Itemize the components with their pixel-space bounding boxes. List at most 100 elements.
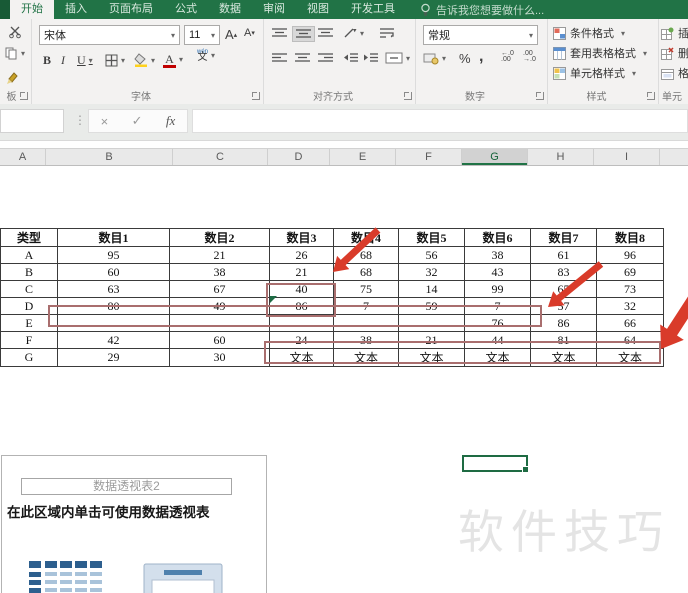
align-center-button[interactable] [294, 53, 311, 63]
formula-input[interactable] [192, 109, 688, 133]
table-cell[interactable]: 63 [57, 280, 170, 298]
table-header-cell[interactable]: 数目5 [398, 228, 465, 247]
table-header-cell[interactable]: 数目4 [333, 228, 399, 247]
merge-center-button[interactable] [385, 52, 410, 64]
underline-button[interactable]: U [77, 53, 93, 68]
table-cell[interactable]: 68 [333, 246, 399, 264]
confirm-entry-button[interactable]: ✓ [132, 113, 143, 129]
selected-cell[interactable] [462, 455, 529, 473]
font-name-combo[interactable]: 宋体 [39, 25, 180, 45]
table-cell[interactable]: G [0, 348, 58, 367]
shrink-font-button[interactable]: A [244, 27, 255, 39]
percent-style-button[interactable]: % [459, 51, 471, 66]
table-cell[interactable]: 42 [57, 331, 170, 349]
decrease-decimal-button[interactable]: .00 →.0 [523, 50, 536, 63]
italic-button[interactable]: I [61, 53, 65, 68]
table-header-cell[interactable]: 数目6 [464, 228, 531, 247]
font-dialog-launcher-icon[interactable] [252, 92, 260, 100]
column-header[interactable]: C [173, 149, 268, 165]
table-header-cell[interactable]: 数目3 [269, 228, 334, 247]
column-header[interactable]: G [462, 149, 528, 165]
table-cell[interactable]: 73 [596, 280, 664, 298]
table-cell[interactable]: 95 [57, 246, 170, 264]
table-cell[interactable]: C [0, 280, 58, 298]
insert-function-button[interactable]: fx [166, 113, 175, 129]
ribbon-tab[interactable]: 公式 [164, 0, 208, 19]
table-cell[interactable]: 68 [333, 263, 399, 281]
ribbon-tab[interactable]: 开始 [10, 0, 54, 19]
table-cell[interactable]: 43 [464, 263, 531, 281]
table-cell[interactable]: 32 [398, 263, 465, 281]
table-cell[interactable]: 14 [398, 280, 465, 298]
column-header[interactable]: D [268, 149, 330, 165]
format-cells-button[interactable]: 格 [661, 65, 688, 81]
table-cell[interactable]: 96 [596, 246, 664, 264]
tell-me-box[interactable]: 告诉我您想要做什么... [420, 0, 544, 19]
conditional-formatting-button[interactable]: 条件格式 [553, 25, 625, 41]
cancel-entry-button[interactable]: × [101, 114, 109, 129]
phonetic-guide-button[interactable]: wén 文 [197, 49, 215, 63]
align-middle-button[interactable] [292, 26, 315, 42]
align-bottom-button[interactable] [317, 28, 334, 38]
table-header-cell[interactable]: 数目8 [596, 228, 664, 247]
table-header-cell[interactable]: 数目7 [530, 228, 597, 247]
ribbon-tab[interactable]: 插入 [54, 0, 98, 19]
fill-color-button[interactable] [134, 53, 155, 67]
table-header-cell[interactable]: 类型 [0, 228, 58, 247]
column-header[interactable]: B [46, 149, 173, 165]
table-header-cell[interactable]: 数目1 [57, 228, 170, 247]
table-cell[interactable]: 38 [169, 263, 270, 281]
borders-button[interactable] [105, 54, 125, 67]
accounting-format-button[interactable] [423, 52, 446, 65]
table-cell[interactable]: 83 [530, 263, 597, 281]
column-header[interactable] [660, 149, 688, 165]
table-cell[interactable]: 38 [464, 246, 531, 264]
table-cell[interactable]: 65 [530, 280, 597, 298]
format-as-table-button[interactable]: 套用表格格式 [553, 45, 647, 61]
table-cell[interactable]: 30 [169, 348, 270, 367]
format-painter-button[interactable] [6, 71, 19, 84]
column-header[interactable]: F [396, 149, 462, 165]
comma-style-button[interactable]: , [479, 48, 483, 66]
bold-button[interactable]: B [43, 53, 51, 68]
copy-button[interactable] [5, 47, 25, 60]
table-cell[interactable]: 21 [169, 246, 270, 264]
wrap-text-button[interactable] [379, 27, 395, 39]
number-format-combo[interactable]: 常规 [423, 25, 538, 45]
table-header-cell[interactable]: 数目2 [169, 228, 270, 247]
font-size-combo[interactable]: 11 [184, 25, 220, 45]
table-cell[interactable]: 69 [596, 263, 664, 281]
ribbon-tab[interactable]: 数据 [208, 0, 252, 19]
alignment-dialog-launcher-icon[interactable] [404, 92, 412, 100]
increase-decimal-button[interactable]: ←.0.00 [501, 50, 514, 63]
orientation-button[interactable] [343, 27, 364, 39]
column-header[interactable]: A [0, 149, 46, 165]
file-menu-block[interactable] [0, 0, 10, 19]
delete-cells-button[interactable]: 删 [661, 45, 688, 61]
clipboard-dialog-launcher-icon[interactable] [20, 92, 28, 100]
number-dialog-launcher-icon[interactable] [536, 92, 544, 100]
align-top-button[interactable] [271, 28, 288, 38]
decrease-indent-button[interactable] [343, 53, 359, 63]
pivot-table-placeholder[interactable]: 数据透视表2 在此区域内单击可使用数据透视表 [1, 455, 267, 593]
name-box[interactable] [0, 109, 64, 133]
font-color-button[interactable]: A [163, 52, 183, 68]
cut-button[interactable] [8, 25, 22, 39]
align-left-button[interactable] [271, 53, 288, 63]
grow-font-button[interactable]: A [225, 27, 237, 42]
table-cell[interactable]: 66 [596, 314, 664, 332]
table-cell[interactable]: B [0, 263, 58, 281]
table-cell[interactable]: 56 [398, 246, 465, 264]
table-cell[interactable]: 21 [269, 263, 334, 281]
table-cell[interactable]: 60 [57, 263, 170, 281]
ribbon-tab[interactable]: 页面布局 [98, 0, 164, 19]
styles-dialog-launcher-icon[interactable] [647, 92, 655, 100]
table-cell[interactable]: A [0, 246, 58, 264]
table-cell[interactable]: 32 [596, 297, 664, 315]
table-cell[interactable]: 75 [333, 280, 399, 298]
table-cell[interactable]: 26 [269, 246, 334, 264]
ribbon-tab[interactable]: 视图 [296, 0, 340, 19]
cell-styles-button[interactable]: 单元格样式 [553, 65, 636, 81]
insert-cells-button[interactable]: 插 [661, 25, 688, 41]
table-cell[interactable]: 60 [169, 331, 270, 349]
